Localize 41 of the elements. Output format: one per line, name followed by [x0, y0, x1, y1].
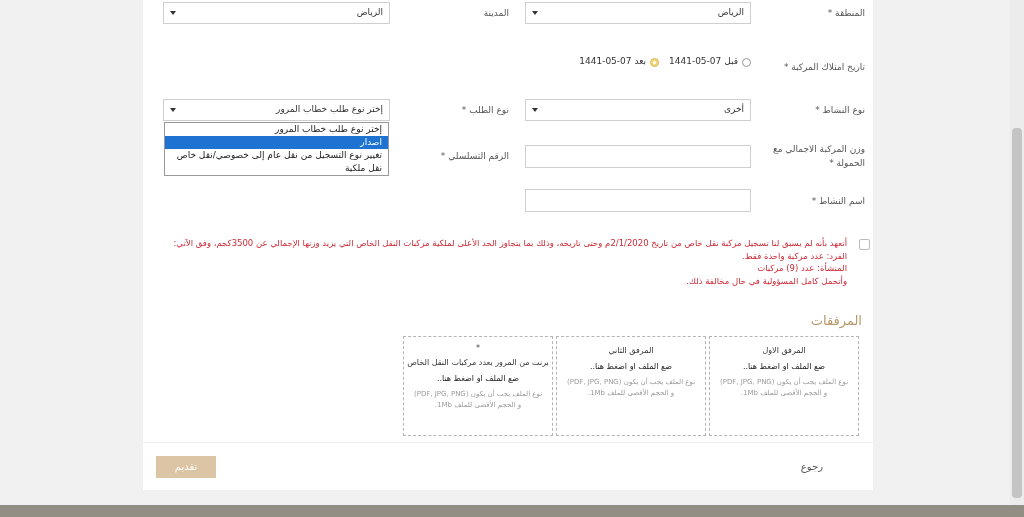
upload-prompt: ضع الملف او اضغط هنا..	[742, 360, 826, 373]
field-label: المنطقة *	[827, 7, 865, 20]
dropdown-option[interactable]: إختر نوع طلب خطاب المرور	[165, 123, 388, 136]
dropdown-option[interactable]: اصدار	[165, 136, 388, 149]
attachment-title: المرفق الثاني	[608, 344, 654, 357]
pledge-text: وأتحمل كامل المسؤولية في حال مخالفة ذلك.	[685, 274, 847, 287]
dropdown-option[interactable]: نقل ملكية	[165, 162, 388, 175]
scrollbar-thumb[interactable]	[1012, 128, 1022, 498]
caret-icon	[170, 108, 176, 112]
radio-button[interactable]	[742, 57, 751, 67]
back-link[interactable]: رجوع	[800, 459, 823, 474]
attachment-title: برنت من المرور بعدد مركبات النقل الخاص	[407, 356, 549, 369]
caret-icon	[170, 11, 176, 15]
field-label: اسم النشاط *	[811, 194, 865, 208]
field-label: الرقم التسلسلي *	[440, 150, 510, 163]
field-label: وزن المركبة الاجمالي مع الحمولة *	[771, 143, 865, 170]
field-label: نوع الطلب *	[461, 104, 510, 117]
field-label: المدينة	[483, 7, 510, 20]
select-field[interactable]: الرياض	[163, 2, 390, 24]
radio-button[interactable]	[650, 57, 659, 67]
dropdown-option[interactable]: تغيير نوع التسجيل من نقل عام إلى خصوصي/نقل خاص	[165, 149, 388, 162]
pledge-text: الفرد: عدد مركبة واحدة فقط.	[741, 249, 847, 262]
upload-prompt: ضع الملف او اضغط هنا..	[589, 360, 673, 373]
scrollbar[interactable]	[1010, 0, 1024, 505]
caret-icon	[532, 108, 538, 112]
pledge-text: المنشأة: عدد (9) مركبات	[756, 262, 847, 275]
radio-label: بعد 07-05-1441	[579, 55, 646, 69]
input-field[interactable]	[525, 144, 751, 168]
pledge-text: أتعهد بأنه لم يسبق لنا تسجيل مركبة نقل خاص من تاريخ 2/1/2020م وحتى تاريخه، وذلك بما يتجاوز الحد الأعلى لملكية مركبات النقل الخاص التي يزيد وزنها الإجمالي عن 3500كجم، وفق الآتي:	[173, 237, 847, 250]
required-mark: *	[476, 344, 480, 353]
field-label: تاريخ امتلاك المركبة *	[783, 61, 865, 74]
upload-prompt: ضع الملف او اضغط هنا..	[436, 372, 520, 385]
checkbox[interactable]	[859, 239, 870, 250]
select-field[interactable]: الرياض	[525, 2, 751, 24]
field-label: نوع النشاط *	[815, 104, 865, 117]
attachment-title: المرفق الاول	[762, 344, 806, 357]
select-field[interactable]: أخرى	[525, 99, 751, 121]
radio-label: قبل 07-05-1441	[669, 55, 738, 69]
input-field[interactable]	[525, 189, 751, 212]
caret-icon	[532, 11, 538, 15]
section-heading: المرفقات	[809, 312, 863, 331]
